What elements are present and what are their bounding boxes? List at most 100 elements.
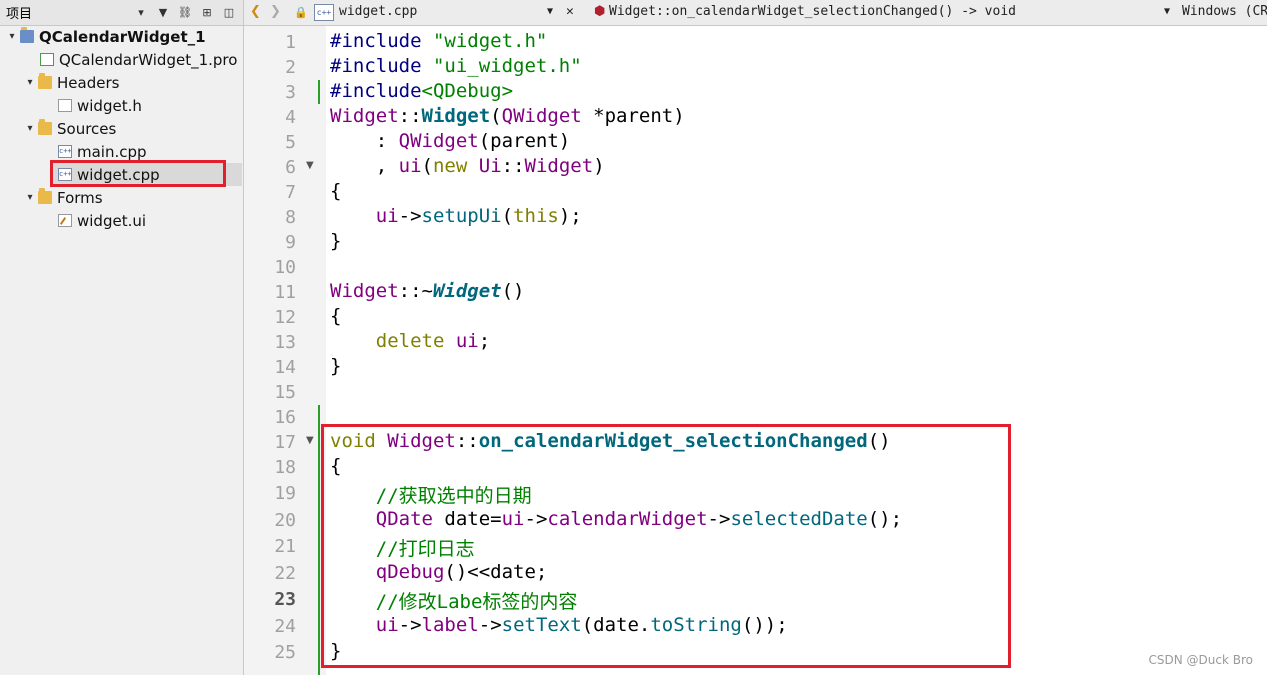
line-number: 3 [285, 82, 296, 103]
code-token: ( [421, 155, 433, 177]
function-icon: ⬢ [594, 4, 606, 19]
code-token: Widget [421, 105, 491, 127]
tree-item-pro-file[interactable]: QCalendarWidget_1.pro [40, 48, 237, 71]
close-file-icon[interactable]: ✕ [566, 4, 574, 19]
function-dropdown-icon[interactable]: ▼ [1164, 6, 1170, 17]
fold-arrow-icon[interactable]: ▼ [306, 435, 314, 446]
close-panel-icon[interactable]: ◫ [221, 5, 237, 21]
line-number: 18 [274, 457, 296, 478]
tree-item-label: QCalendarWidget_1.pro [59, 50, 238, 69]
tree-item-headers[interactable]: ▾ Headers [22, 71, 119, 94]
code-token: ui [375, 205, 399, 227]
code-token: (parent) [478, 130, 571, 152]
tree-item-widget-ui[interactable]: widget.ui [58, 209, 146, 232]
line-number: 23 [274, 589, 296, 610]
code-line-7[interactable]: { [330, 180, 341, 202]
tree-item-forms[interactable]: ▾ Forms [22, 186, 103, 209]
code-line-4[interactable]: Widget::Widget(QWidget *parent) [330, 105, 685, 127]
line-number: 22 [274, 563, 296, 584]
change-marker [318, 80, 320, 104]
code-line-13[interactable]: delete ui; [330, 330, 490, 352]
code-line-12[interactable]: { [330, 305, 341, 327]
link-icon[interactable]: ⛓ [177, 5, 193, 21]
line-number: 17 [274, 432, 296, 453]
split-icon[interactable]: ⊞ [199, 5, 215, 21]
line-number: 9 [285, 232, 296, 253]
file-dropdown-icon[interactable]: ▼ [547, 6, 553, 17]
code-token: , [330, 155, 399, 177]
code-token: "ui_widget.h" [432, 55, 582, 77]
cpp-file-icon: c++ [314, 4, 334, 21]
header-file-icon [58, 99, 72, 112]
line-number: 16 [274, 407, 296, 428]
code-token: Widget [432, 280, 502, 302]
tree-item-label: Headers [57, 73, 120, 92]
tree-item-widget-h[interactable]: widget.h [58, 94, 142, 117]
line-number: 15 [274, 382, 296, 403]
tree-item-project[interactable]: ▾ QCalendarWidget_1 [4, 25, 206, 48]
line-number: 10 [274, 257, 296, 278]
line-number: 4 [285, 107, 296, 128]
code-token: : [330, 130, 399, 152]
line-number: 24 [274, 616, 296, 637]
ui-file-icon [58, 214, 72, 227]
expand-arrow-icon[interactable]: ▾ [4, 31, 20, 42]
function-selector[interactable]: Widget::on_calendarWidget_selectionChang… [609, 4, 1016, 19]
code-line-8[interactable]: ui->setupUi(this); [330, 205, 582, 227]
code-line-2[interactable]: #include "ui_widget.h" [330, 55, 582, 77]
code-token: :: [501, 155, 525, 177]
back-arrow-icon[interactable]: ❮ [250, 4, 261, 19]
line-number: 5 [285, 132, 296, 153]
tree-item-label: widget.h [77, 96, 142, 115]
code-token: #include [330, 30, 433, 52]
code-line-6[interactable]: , ui(new Ui::Widget) [330, 155, 605, 177]
expand-arrow-icon[interactable]: ▾ [22, 192, 38, 203]
code-line-1[interactable]: #include "widget.h" [330, 30, 547, 52]
code-token: ); [558, 205, 582, 227]
cpp-file-icon: c++ [58, 145, 72, 158]
line-number: 7 [285, 182, 296, 203]
code-token: ) [593, 155, 605, 177]
line-number: 20 [274, 510, 296, 531]
line-number: 14 [274, 357, 296, 378]
tree-item-label: widget.ui [77, 211, 147, 230]
expand-arrow-icon[interactable]: ▾ [22, 123, 38, 134]
code-line-3[interactable]: #include<QDebug> [330, 80, 513, 102]
line-number: 13 [274, 332, 296, 353]
folder-icon [38, 73, 52, 89]
code-token: :: [398, 105, 422, 127]
folder-icon [38, 188, 52, 204]
code-token: ; [478, 330, 491, 352]
project-panel: 项目 ▾ ▼ ⛓ ⊞ ◫ ▾ QCalendarWidget_1 QCalend… [0, 0, 244, 675]
dropdown-icon[interactable]: ▾ [133, 5, 149, 21]
filter-icon[interactable]: ▼ [155, 5, 171, 21]
fold-arrow-icon[interactable]: ▼ [306, 160, 314, 171]
tree-item-label: Forms [57, 188, 103, 207]
code-token: () [501, 280, 525, 302]
line-number: 25 [274, 642, 296, 663]
line-number: 8 [285, 207, 296, 228]
code-line-9[interactable]: } [330, 230, 341, 252]
code-token: ui [398, 155, 422, 177]
code-line-5[interactable]: : QWidget(parent) [330, 130, 570, 152]
watermark: CSDN @Duck Bro [1148, 653, 1253, 667]
change-marker [318, 405, 320, 675]
tree-item-label: QCalendarWidget_1 [39, 27, 206, 46]
highlight-box [50, 160, 226, 187]
line-ending-selector[interactable]: Windows (CR [1182, 4, 1267, 19]
tree-item-sources[interactable]: ▾ Sources [22, 117, 116, 140]
line-number: 2 [285, 57, 296, 78]
folder-icon [38, 119, 52, 135]
code-token: this [513, 205, 559, 227]
forward-arrow-icon[interactable]: ❯ [270, 4, 281, 19]
file-selector[interactable]: widget.cpp [339, 4, 417, 19]
code-line-11[interactable]: Widget::~Widget() [330, 280, 525, 302]
expand-arrow-icon[interactable]: ▾ [22, 77, 38, 88]
code-token: setupUi [421, 205, 502, 227]
code-token: QWidget [398, 130, 479, 152]
code-line-14[interactable]: } [330, 355, 341, 377]
line-number: 11 [274, 282, 296, 303]
